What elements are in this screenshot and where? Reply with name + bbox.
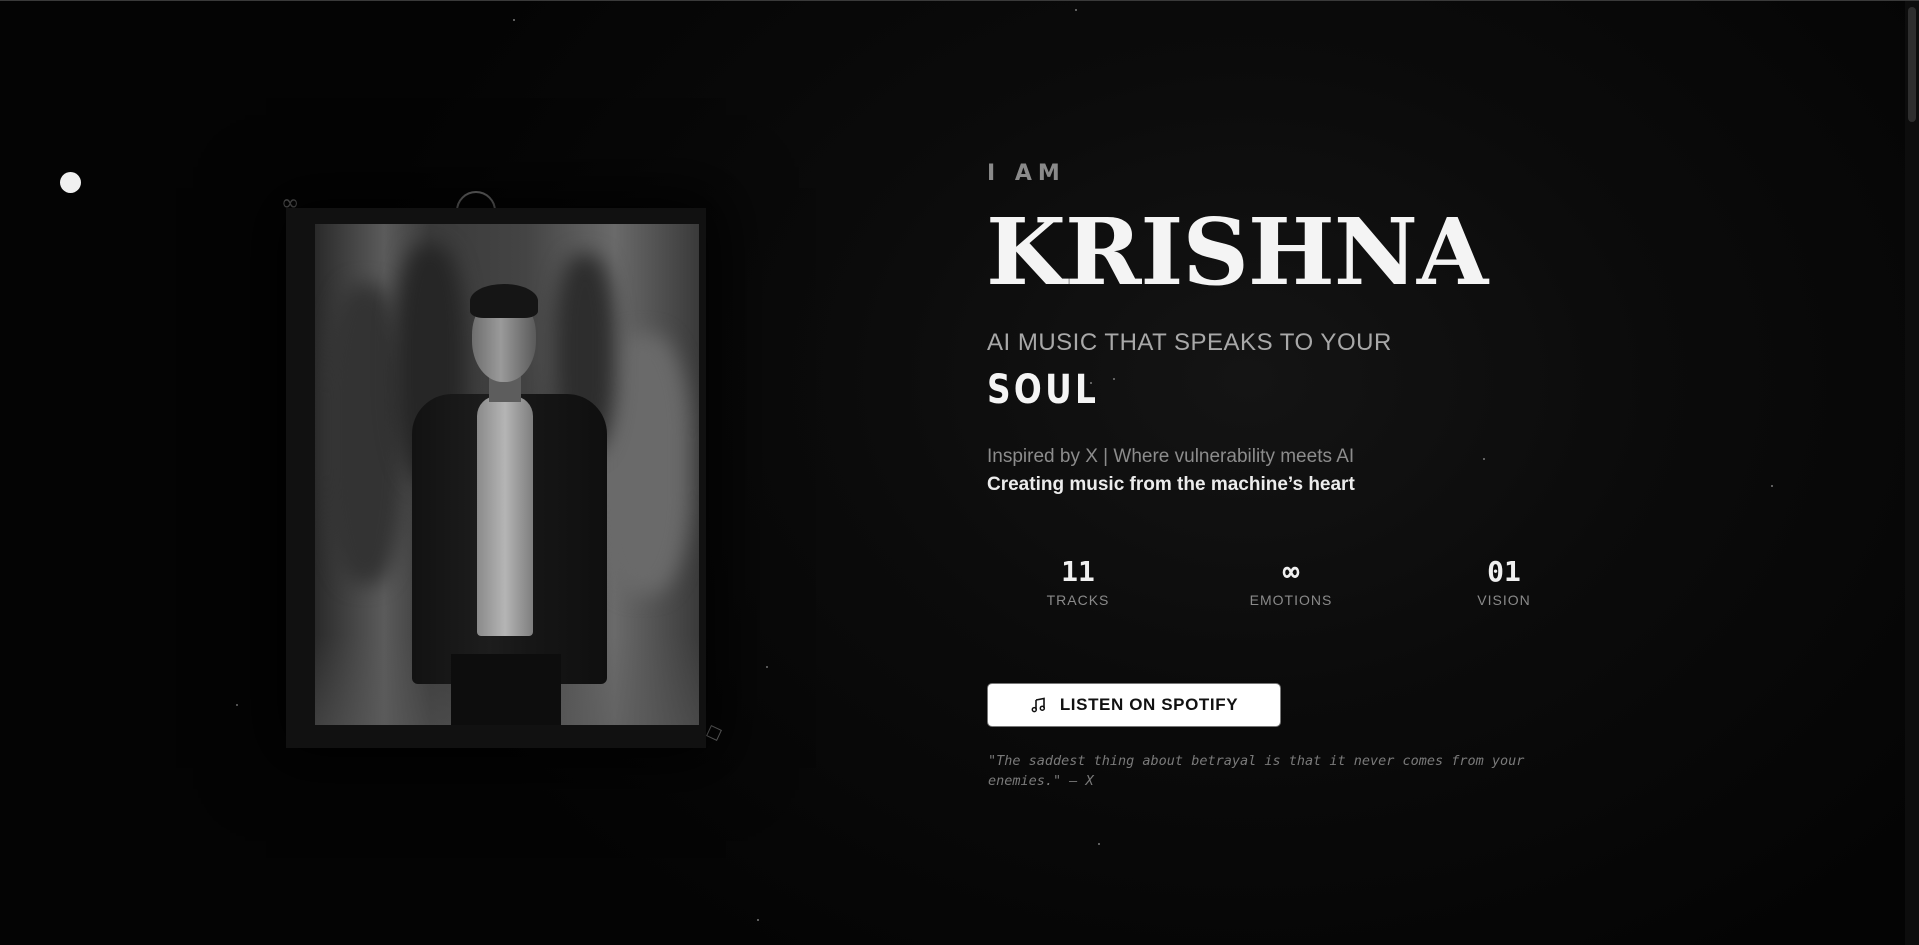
listen-on-spotify-button[interactable]: LISTEN ON SPOTIFY xyxy=(988,684,1280,726)
music-note-icon xyxy=(1030,697,1046,713)
hero-eyebrow: I AM xyxy=(987,161,1066,186)
star-speck xyxy=(766,666,768,668)
stat-label: VISION xyxy=(1477,591,1531,608)
artist-name: KRISHNA xyxy=(986,198,1488,306)
star-speck xyxy=(1098,843,1100,845)
person-legs xyxy=(451,654,561,725)
artist-portrait xyxy=(315,224,699,725)
floating-dot xyxy=(60,172,81,193)
person-shirt xyxy=(477,396,533,636)
star-speck xyxy=(1075,9,1077,11)
hero-subtitle-strong: Creating music from the machine’s heart xyxy=(987,474,1355,495)
scrollbar-track[interactable] xyxy=(1905,1,1919,945)
floating-diamond xyxy=(706,725,722,741)
quote-text: "The saddest thing about betrayal is tha… xyxy=(988,753,1525,789)
star-speck xyxy=(513,19,515,21)
star-speck xyxy=(1113,378,1115,380)
stat-label: TRACKS xyxy=(1046,591,1110,608)
stat-emotions: ∞ EMOTIONS xyxy=(1221,555,1361,608)
stat-tracks: 11 TRACKS xyxy=(1008,555,1148,608)
star-speck xyxy=(236,704,238,706)
star-speck xyxy=(757,919,759,921)
star-speck xyxy=(1483,458,1485,460)
stat-value: ∞ xyxy=(1282,555,1300,588)
scrollbar-thumb[interactable] xyxy=(1908,7,1916,122)
hero-tagline-emphasis: SOUL xyxy=(987,367,1100,413)
hero-subtitle: Inspired by X | Where vulnerability meet… xyxy=(987,446,1355,467)
hero-tagline: AI MUSIC THAT SPEAKS TO YOUR xyxy=(987,329,1392,356)
stat-vision: 01 VISION xyxy=(1434,555,1574,608)
star-speck xyxy=(1771,485,1773,487)
stat-label: EMOTIONS xyxy=(1249,591,1333,608)
page-background: ∞ I AM KRISHNA AI MUSIC THAT SPEAKS TO Y… xyxy=(0,0,1919,945)
crowd-blur xyxy=(325,284,405,584)
stat-value: 01 xyxy=(1487,555,1521,588)
spotify-button-label: LISTEN ON SPOTIFY xyxy=(1059,695,1239,714)
person-hair xyxy=(470,284,538,318)
stat-value: 11 xyxy=(1061,555,1095,588)
